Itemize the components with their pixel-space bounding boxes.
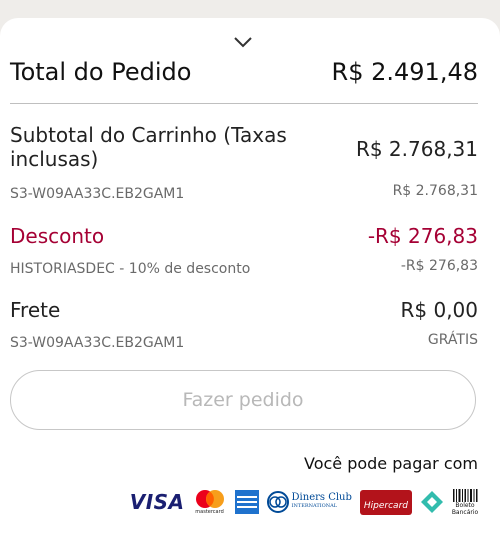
discount-code-row: HISTORIASDEC - 10% de desconto -R$ 276,8… xyxy=(10,258,478,277)
chevron-down-icon[interactable] xyxy=(232,34,254,48)
subtotal-value: R$ 2.768,31 xyxy=(355,137,478,161)
subtotal-label: Subtotal do Carrinho (Taxas inclusas) xyxy=(10,123,287,171)
diners-icon: Diners Club INTERNATIONAL xyxy=(266,488,352,516)
discount-label: Desconto xyxy=(10,224,105,248)
order-total-row: Total do Pedido R$ 2.491,48 xyxy=(10,58,478,90)
amex-icon xyxy=(234,488,259,516)
shipping-sku: S3-W09AA33C.EB2GAM1 xyxy=(10,335,185,351)
discount-code: HISTORIASDEC - 10% de desconto xyxy=(10,261,251,277)
visa-icon: VISA xyxy=(130,488,185,516)
boleto-logo-text: Boleto xyxy=(455,501,475,509)
subtotal-sku-value: R$ 2.768,31 xyxy=(392,183,478,199)
shipping-label: Frete xyxy=(10,298,61,322)
shipping-sku-row: S3-W09AA33C.EB2GAM1 GRÁTIS xyxy=(10,332,478,351)
hipercard-logo-text: Hipercard xyxy=(363,500,408,511)
shipping-sku-value: GRÁTIS xyxy=(427,332,478,348)
place-order-button[interactable]: Fazer pedido xyxy=(10,370,476,430)
visa-logo-text: VISA xyxy=(129,490,185,514)
mastercard-icon: mastercard xyxy=(193,488,227,516)
order-total-value: R$ 2.491,48 xyxy=(331,58,478,86)
subtotal-row: Subtotal do Carrinho (Taxas inclusas) R$… xyxy=(10,123,478,173)
payment-methods-label: Você pode pagar com xyxy=(303,454,478,473)
discount-row: Desconto -R$ 276,83 xyxy=(10,224,478,250)
diners-logo-text: Diners Club xyxy=(291,492,352,503)
boleto-icon: Boleto Bancário xyxy=(452,488,478,516)
order-total-label: Total do Pedido xyxy=(10,58,192,86)
boleto-logo-subtext: Bancário xyxy=(451,508,479,516)
shipping-row: Frete R$ 0,00 xyxy=(10,298,478,324)
order-summary-sheet: Total do Pedido R$ 2.491,48 Subtotal do … xyxy=(0,18,500,548)
hipercard-icon: Hipercard xyxy=(359,488,412,516)
discount-code-value: -R$ 276,83 xyxy=(400,258,478,274)
mastercard-logo-text: mastercard xyxy=(195,509,224,515)
shipping-value: R$ 0,00 xyxy=(400,298,478,322)
elo-icon xyxy=(420,488,444,516)
subtotal-sku-row: S3-W09AA33C.EB2GAM1 R$ 2.768,31 xyxy=(10,183,478,202)
payment-logos: VISA mastercard Diners Club INTERNATIONA… xyxy=(130,486,478,518)
discount-value: -R$ 276,83 xyxy=(367,224,478,248)
divider xyxy=(10,103,478,104)
subtotal-sku: S3-W09AA33C.EB2GAM1 xyxy=(10,186,185,202)
diners-logo-subtext: INTERNATIONAL xyxy=(291,503,338,509)
